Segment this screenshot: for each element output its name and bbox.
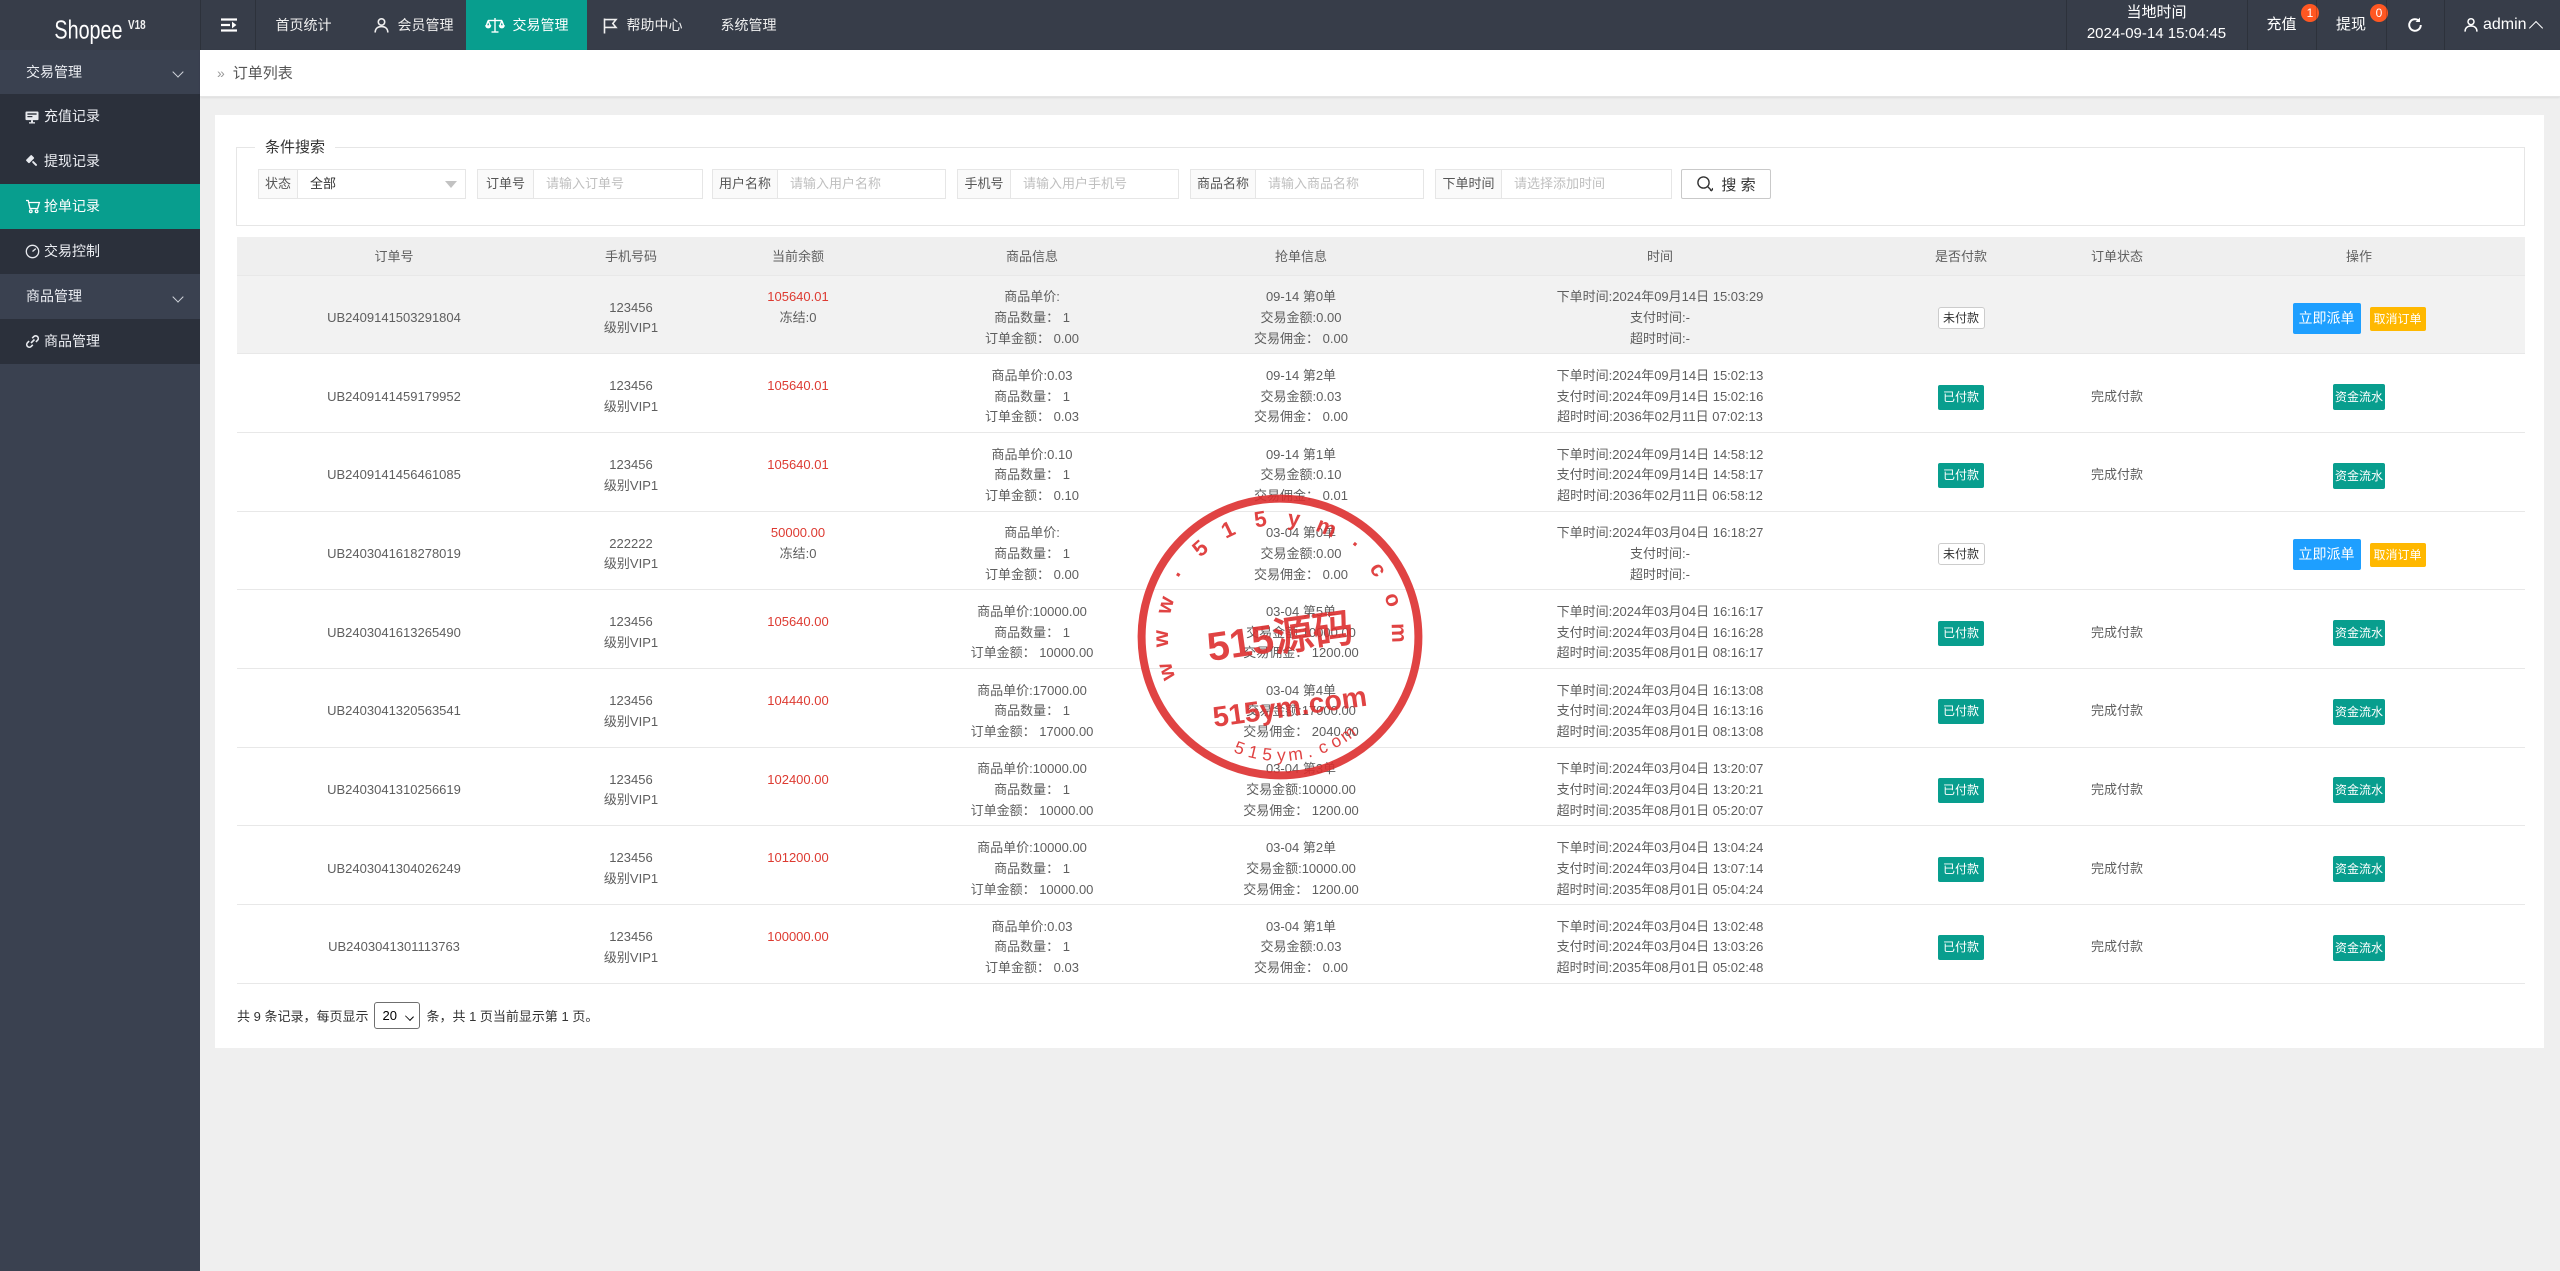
svg-text:m: m (1387, 623, 1413, 643)
svg-text:w: w (1151, 659, 1180, 684)
svg-text:y: y (1277, 745, 1286, 765)
svg-text:515源码: 515源码 (1204, 606, 1355, 670)
svg-text:5: 5 (1261, 744, 1273, 765)
svg-text:·: · (1166, 564, 1191, 583)
svg-text:w: w (1148, 629, 1173, 648)
svg-text:w: w (1150, 593, 1179, 618)
svg-text:1: 1 (1246, 741, 1260, 763)
svg-text:5: 5 (1232, 737, 1248, 759)
svg-text:y: y (1287, 505, 1303, 531)
svg-text:c: c (1365, 557, 1393, 581)
svg-text:1: 1 (1217, 515, 1239, 543)
svg-text:o: o (1380, 589, 1408, 610)
svg-text:5: 5 (1187, 535, 1213, 562)
svg-text:·: · (1345, 532, 1366, 556)
svg-text:m: m (1313, 512, 1341, 543)
svg-text:5: 5 (1252, 506, 1268, 533)
svg-text:m: m (1287, 743, 1304, 765)
svg-text:.: . (1304, 741, 1314, 762)
